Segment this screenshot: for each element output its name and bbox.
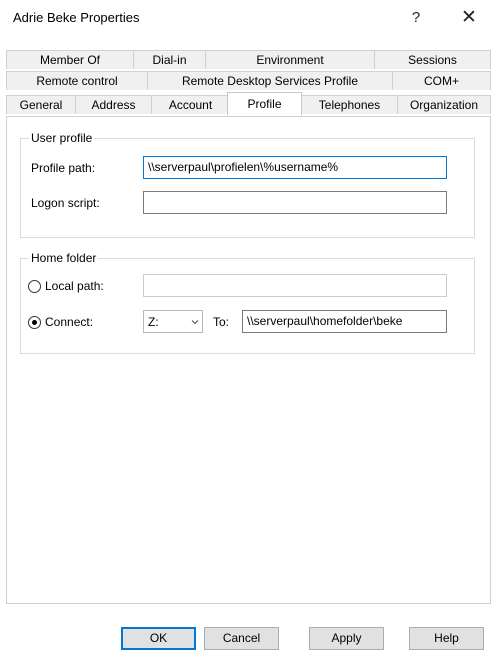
tab-remote-desktop-services-profile[interactable]: Remote Desktop Services Profile xyxy=(147,71,393,90)
connect-radio-selected-dot xyxy=(32,320,37,325)
local-path-input[interactable] xyxy=(143,274,447,297)
tab-organization[interactable]: Organization xyxy=(397,95,491,114)
chevron-down-icon xyxy=(191,320,199,325)
profile-tab-panel: User profile Profile path: \\serverpaul\… xyxy=(6,116,491,604)
home-folder-group: Home folder Local path: Connect: Z: To: … xyxy=(20,251,475,354)
user-profile-group-title: User profile xyxy=(29,131,95,145)
window-title: Adrie Beke Properties xyxy=(13,10,140,25)
logon-script-input[interactable] xyxy=(143,191,447,214)
drive-letter-value: Z: xyxy=(148,315,159,329)
local-path-radio[interactable] xyxy=(28,280,41,293)
ok-button[interactable]: OK xyxy=(121,627,196,650)
tab-row-3: General Address Account Profile Telephon… xyxy=(6,92,491,115)
tab-row-2: Remote control Remote Desktop Services P… xyxy=(6,71,491,91)
help-icon[interactable]: ? xyxy=(401,4,431,30)
close-icon[interactable]: ✕ xyxy=(454,4,484,30)
title-bar: Adrie Beke Properties ? ✕ xyxy=(0,0,500,36)
apply-button[interactable]: Apply xyxy=(309,627,384,650)
profile-path-label: Profile path: xyxy=(31,161,96,175)
drive-letter-dropdown[interactable]: Z: xyxy=(143,310,203,333)
connect-radio[interactable] xyxy=(28,316,41,329)
tab-telephones[interactable]: Telephones xyxy=(301,95,398,114)
to-label: To: xyxy=(213,315,230,329)
tab-dial-in[interactable]: Dial-in xyxy=(133,50,206,69)
tab-member-of[interactable]: Member Of xyxy=(6,50,134,69)
tab-profile[interactable]: Profile xyxy=(227,92,302,115)
logon-script-label: Logon script: xyxy=(31,196,100,210)
connect-label[interactable]: Connect: xyxy=(45,315,93,329)
tab-account[interactable]: Account xyxy=(151,95,230,114)
tab-sessions[interactable]: Sessions xyxy=(374,50,491,69)
cancel-button[interactable]: Cancel xyxy=(204,627,279,650)
tab-row-1: Member Of Dial-in Environment Sessions xyxy=(6,50,491,70)
tab-environment[interactable]: Environment xyxy=(205,50,375,69)
tab-com-plus[interactable]: COM+ xyxy=(392,71,491,90)
user-profile-group: User profile Profile path: \\serverpaul\… xyxy=(20,131,475,238)
home-folder-group-title: Home folder xyxy=(29,251,99,265)
profile-path-input[interactable]: \\serverpaul\profielen\%username% xyxy=(143,156,447,179)
tab-address[interactable]: Address xyxy=(75,95,152,114)
tab-remote-control[interactable]: Remote control xyxy=(6,71,148,90)
home-folder-path-input[interactable]: \\serverpaul\homefolder\beke xyxy=(242,310,447,333)
local-path-label[interactable]: Local path: xyxy=(45,279,104,293)
help-button[interactable]: Help xyxy=(409,627,484,650)
tab-general[interactable]: General xyxy=(6,95,76,114)
